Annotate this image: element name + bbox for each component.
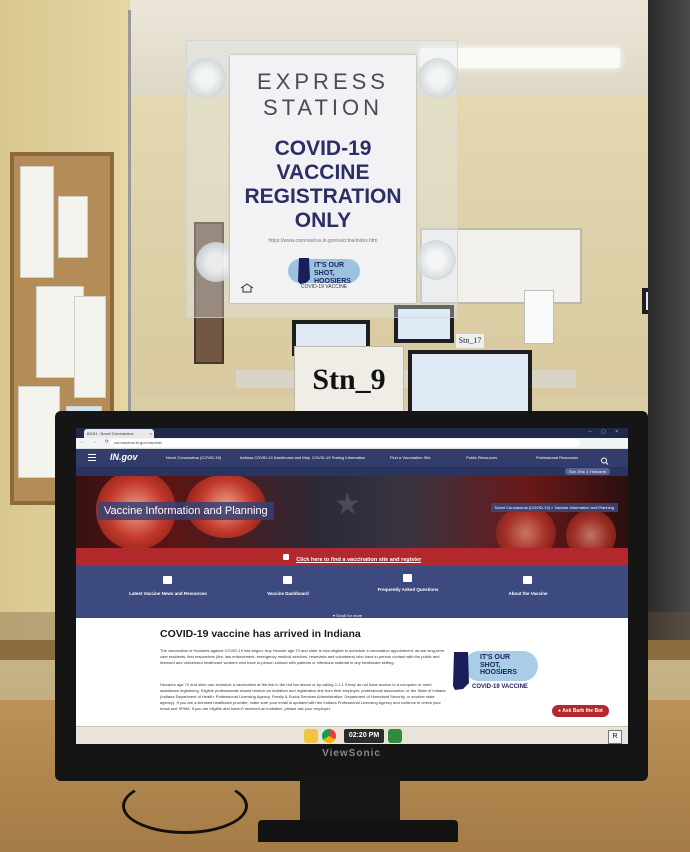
- indiana-state-icon: [453, 652, 469, 690]
- virus-image: [496, 506, 556, 548]
- quick-link-faq[interactable]: Frequently Asked Questions: [348, 566, 468, 618]
- its-our-shot-logo: IT'S OUR SHOT, HOOSIERS COVID-19 VACCINE: [450, 651, 540, 695]
- hand-pointer-icon: [282, 553, 289, 560]
- sign-main-text: COVID-19 VACCINE REGISTRATION ONLY: [230, 137, 416, 233]
- star-icon: ★: [334, 488, 361, 521]
- main-content: COVID-19 vaccine has arrived in Indiana …: [76, 618, 628, 734]
- logo-line: HOOSIERS: [480, 669, 517, 676]
- house-icon: [240, 283, 254, 293]
- logo-subtitle: COVID-19 VACCINE: [472, 684, 528, 690]
- quick-link-news[interactable]: Latest Vaccine News and Resources: [108, 566, 228, 618]
- sign-url: https://www.coronavirus.in.gov/vaccine/i…: [268, 238, 378, 244]
- suction-cup: [416, 240, 456, 280]
- info-icon: [523, 576, 532, 584]
- breadcrumb[interactable]: Novel Coronavirus (COVID-19) > Vaccine I…: [490, 503, 618, 512]
- logo-line: SHOT,: [314, 270, 335, 277]
- virus-image: [566, 510, 616, 548]
- flyer: [18, 386, 60, 478]
- background-monitor: [408, 350, 532, 418]
- chatbot-button[interactable]: ● Ask Barb the Bot: [552, 705, 609, 717]
- sign-heading: EXPRESS STATION: [257, 69, 389, 120]
- url-field[interactable]: coronavirus.in.gov/vaccine/: [110, 439, 580, 447]
- site-nav: IN.gov Novel Coronavirus (COVID-19) Indi…: [76, 449, 628, 474]
- nav-item[interactable]: Indiana COVID-19 Dashboard and Map: [240, 455, 310, 460]
- sign-line: COVID-19: [274, 137, 372, 160]
- newspaper-icon: [163, 576, 172, 584]
- logo-line: IT'S OUR: [480, 654, 511, 661]
- taskbar-clock: 02:20 PM: [344, 729, 384, 743]
- nav-item[interactable]: Professional Resources: [536, 455, 578, 460]
- ingov-logo[interactable]: IN.gov: [110, 452, 138, 462]
- power-cable: [122, 778, 248, 834]
- quick-link-label: Frequently Asked Questions: [377, 587, 439, 592]
- sub-bar: Gov. Eric J. Holcomb: [76, 467, 628, 476]
- sign-line: REGISTRATION: [244, 185, 402, 208]
- monitor-screen: IDOH - Novel Coronavirus × – ▢ × ← → ⟳ c…: [76, 428, 628, 744]
- content-title: COVID-19 vaccine has arrived in Indiana: [160, 628, 361, 640]
- its-our-shot-logo: IT'S OUR SHOT, HOOSIERS COVID-19 VACCINE: [288, 258, 360, 290]
- quick-link-dashboard[interactable]: Vaccine Dashboard: [228, 566, 348, 618]
- station-card: Stn_9: [294, 346, 404, 414]
- quick-link-label: Vaccine Dashboard: [267, 591, 309, 596]
- chatbot-label: Ask Barb the Bot: [562, 708, 603, 714]
- chart-icon: [283, 576, 292, 584]
- suction-cup: [418, 58, 458, 98]
- paragraph: Hoosiers age 70 and older can schedule a…: [160, 682, 446, 711]
- hero-banner: ★ Vaccine Information and Planning Novel…: [76, 476, 628, 548]
- nav-item[interactable]: Find a Vaccination Site: [390, 455, 431, 460]
- quick-link-about[interactable]: About the Vaccine: [468, 566, 588, 618]
- suction-cup: [186, 58, 226, 98]
- browser-tab[interactable]: IDOH - Novel Coronavirus ×: [84, 429, 154, 438]
- nav-item[interactable]: Public Resources: [466, 455, 497, 460]
- express-station-sign: EXPRESS STATION COVID-19 VACCINE REGISTR…: [230, 55, 416, 303]
- logo-text: IT'S OUR SHOT, HOOSIERS: [480, 654, 517, 677]
- flyer: [58, 196, 88, 258]
- indiana-state-icon: [298, 258, 310, 284]
- flyer: [20, 166, 54, 278]
- window-controls[interactable]: – ▢ ×: [589, 429, 622, 435]
- sign-line: VACCINE: [276, 161, 370, 184]
- nav-items: Novel Coronavirus (COVID-19) Indiana COV…: [160, 449, 600, 467]
- address-bar: ← → ⟳ coronavirus.in.gov/vaccine/: [76, 438, 628, 449]
- nav-item[interactable]: COVID-19 Testing Information: [312, 455, 365, 460]
- tab-title: IDOH - Novel Coronavirus: [87, 431, 134, 436]
- monitor-brand: ViewSonic: [322, 748, 381, 759]
- sign-line: ONLY: [294, 209, 352, 232]
- taskbar: 02:20 PM R: [76, 726, 628, 744]
- logo-text: IT'S OUR SHOT, HOOSIERS: [314, 262, 351, 286]
- logo-line: IT'S OUR: [314, 262, 345, 269]
- exit-icon[interactable]: [388, 729, 402, 743]
- window-frame: [648, 0, 690, 640]
- governor-button[interactable]: Gov. Eric J. Holcomb: [564, 468, 610, 475]
- monitor-base: [258, 820, 458, 842]
- star-app-icon[interactable]: [304, 729, 318, 743]
- chrome-icon[interactable]: [322, 729, 336, 743]
- warning-icon: [403, 574, 412, 582]
- keyboard-icon[interactable]: R: [608, 730, 622, 744]
- menu-icon[interactable]: [88, 454, 96, 462]
- flyer: [74, 296, 106, 398]
- close-icon[interactable]: ×: [150, 429, 152, 438]
- hero-title: Vaccine Information and Planning: [98, 502, 274, 520]
- find-vaccination-site-link[interactable]: Click here to find a vaccination site an…: [296, 557, 421, 563]
- quick-link-label: About the Vaccine: [508, 591, 548, 596]
- browser-tab-bar: IDOH - Novel Coronavirus × – ▢ ×: [76, 428, 628, 438]
- quick-links: Latest Vaccine News and Resources Vaccin…: [76, 566, 628, 618]
- station-card-label: Stn_9: [312, 363, 386, 396]
- logo-subtitle: COVID-19 VACCINE: [300, 284, 348, 290]
- nav-item[interactable]: Novel Coronavirus (COVID-19): [166, 455, 221, 460]
- registration-bar: Click here to find a vaccination site an…: [76, 548, 628, 566]
- paragraph: The vaccination of Hoosiers against COVI…: [160, 648, 445, 665]
- search-icon-glyph: [601, 457, 609, 465]
- nav-buttons[interactable]: ← → ⟳: [80, 439, 112, 445]
- quick-link-label: Latest Vaccine News and Resources: [129, 591, 207, 596]
- search-icon[interactable]: SEARCH: [600, 452, 613, 474]
- station-17-card: Stn_17: [456, 334, 484, 348]
- logo-line: SHOT,: [480, 661, 501, 669]
